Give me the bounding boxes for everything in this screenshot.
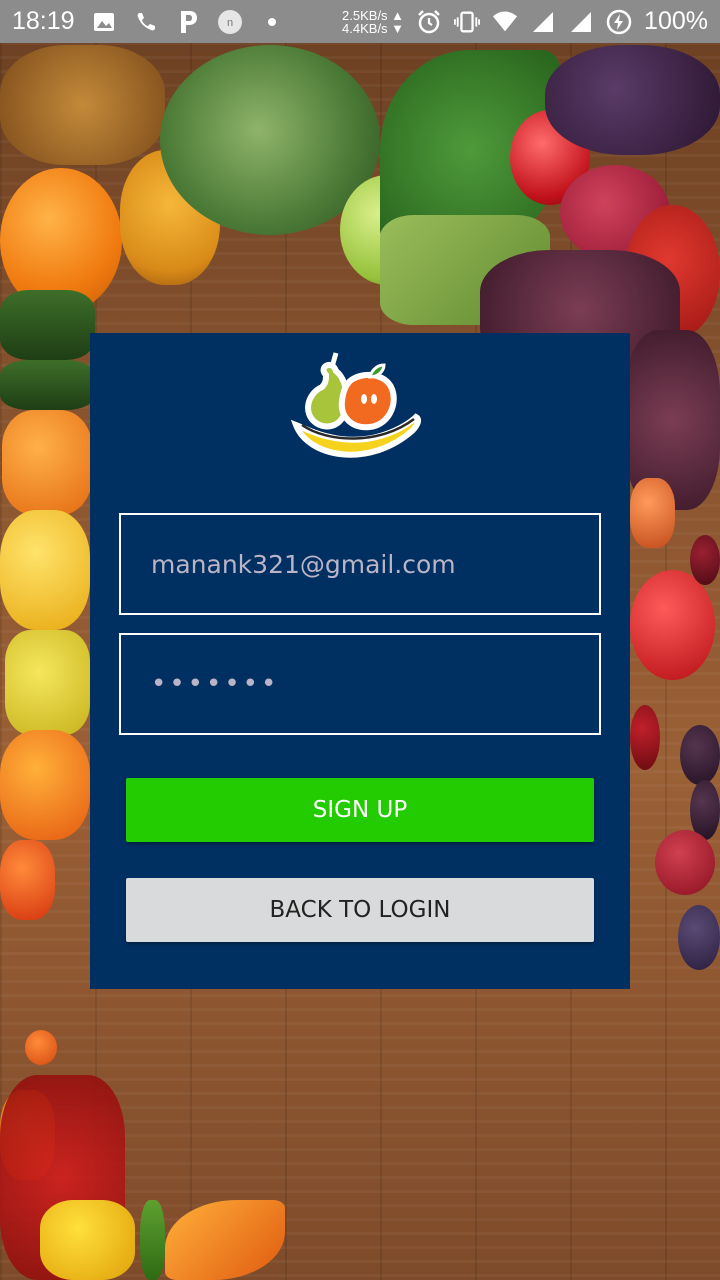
network-speed: 2.5KB/s ▲ 4.4KB/s ▼ — [342, 7, 405, 36]
email-value: manank321@gmail.com — [151, 549, 456, 579]
signal-2-icon — [568, 9, 594, 35]
password-field[interactable]: ••••••• — [119, 633, 601, 735]
email-field[interactable]: manank321@gmail.com — [119, 513, 601, 615]
clock-time: 18:19 — [12, 7, 75, 35]
svg-text:n: n — [227, 17, 233, 29]
signup-button[interactable]: SIGN UP — [126, 778, 594, 842]
dot-icon — [259, 9, 285, 35]
phone-icon — [133, 9, 159, 35]
p-app-icon — [175, 9, 201, 35]
vibrate-icon — [454, 9, 481, 35]
signal-icon — [530, 9, 556, 35]
status-bar: 18:19 n 2.5KB/s ▲ 4.4KB/s ▼ 100% — [0, 0, 720, 43]
alarm-icon — [416, 9, 442, 35]
image-icon — [91, 9, 117, 35]
wifi-icon — [492, 9, 518, 35]
net-down-speed: 4.4KB/s — [342, 20, 388, 36]
signup-card: manank321@gmail.com ••••••• SIGN UP BACK… — [90, 333, 630, 989]
n-app-icon: n — [217, 9, 243, 35]
back-to-login-button[interactable]: BACK TO LOGIN — [126, 878, 594, 942]
fruit-logo-icon — [290, 352, 422, 458]
battery-percentage: 100% — [644, 7, 708, 35]
password-value: ••••••• — [151, 669, 280, 699]
battery-charging-icon — [606, 9, 632, 35]
